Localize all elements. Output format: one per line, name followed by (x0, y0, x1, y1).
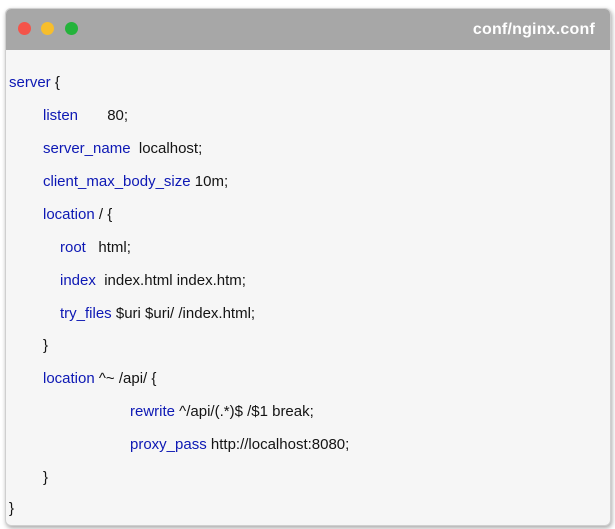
code-text: localhost; (130, 140, 203, 157)
code-keyword: server_name (43, 140, 131, 157)
code-text: } (9, 500, 15, 517)
code-text: } (43, 469, 49, 486)
code-text: { (50, 74, 60, 91)
code-keyword: root (60, 239, 86, 256)
code-keyword: try_files (60, 305, 112, 322)
code-text: } (43, 337, 49, 354)
code-keyword: rewrite (130, 403, 176, 420)
code-keyword: index (60, 272, 96, 289)
code-block: server { listen 80; server_name localhos… (6, 50, 610, 525)
code-line: listen 80; (43, 107, 128, 125)
maximize-window-button[interactable] (65, 22, 78, 35)
code-text: index.html index.htm; (95, 272, 246, 289)
code-text: / { (94, 206, 113, 223)
code-line: root html; (60, 239, 131, 257)
code-line: server_name localhost; (43, 140, 202, 158)
code-line: location ^~ /api/ { (43, 370, 156, 388)
code-text: http://localhost:8080; (206, 436, 350, 453)
code-line: try_files $uri $uri/ /index.html; (60, 305, 255, 323)
code-keyword: location (43, 370, 95, 387)
code-line: server { (9, 74, 60, 92)
code-text: ^~ /api/ { (94, 370, 157, 387)
code-line: } (43, 337, 48, 355)
code-text: html; (85, 239, 131, 256)
minimize-window-button[interactable] (41, 22, 54, 35)
code-line: } (9, 500, 14, 518)
code-line: rewrite ^/api/(.*)$ /$1 break; (130, 403, 314, 421)
code-text: $uri $uri/ /index.html; (111, 305, 256, 322)
code-keyword: proxy_pass (130, 436, 207, 453)
code-line: location / { (43, 206, 112, 224)
title-bar: conf/nginx.conf (6, 9, 610, 50)
code-window: conf/nginx.conf server { listen 80; serv… (5, 8, 611, 526)
close-window-button[interactable] (18, 22, 31, 35)
code-line: proxy_pass http://localhost:8080; (130, 436, 349, 454)
window-title: conf/nginx.conf (472, 21, 595, 38)
code-text: ^/api/(.*)$ /$1 break; (175, 403, 314, 420)
code-text: 80; (78, 107, 129, 124)
code-keyword: location (43, 206, 95, 223)
code-keyword: client_max_body_size (43, 173, 191, 190)
code-line: client_max_body_size 10m; (43, 173, 228, 191)
code-text: 10m; (190, 173, 229, 190)
code-line: } (43, 469, 48, 487)
code-line: index index.html index.htm; (60, 272, 246, 290)
code-keyword: listen (43, 107, 79, 124)
code-keyword: server (9, 74, 51, 91)
